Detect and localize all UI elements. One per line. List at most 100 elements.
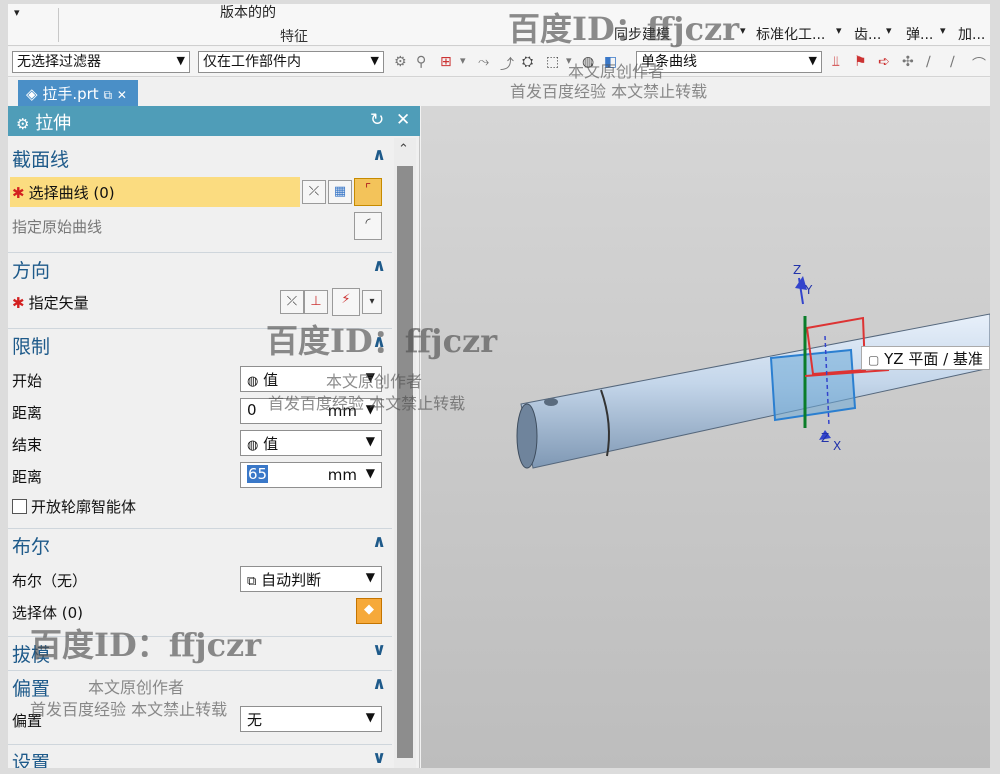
point-icon[interactable]: ⊞ [440, 54, 452, 70]
dialog-scrollbar[interactable]: ⌃ [394, 138, 416, 768]
chevron-down-icon[interactable]: ▾ [836, 24, 842, 37]
end-type-select[interactable]: ◍ 值 ▼ [240, 430, 382, 456]
scrollbar-thumb[interactable] [397, 166, 413, 758]
start-distance-value: 0 [247, 401, 257, 419]
box-select-icon[interactable]: ⬚ [546, 54, 559, 70]
end-type-value: 值 [263, 435, 279, 453]
scope-combo[interactable]: 仅在工作部件内 ▼ [198, 51, 384, 73]
ribbon-group-feature: 特征 [280, 29, 308, 45]
ribbon-add[interactable]: 加... [958, 24, 985, 44]
end-distance-value: 65 [247, 465, 269, 483]
section-curve-header[interactable]: 截面线 ∧ [8, 142, 392, 172]
cylinder-body[interactable] [516, 313, 990, 469]
filter-combo[interactable]: 无选择过滤器 ▼ [12, 51, 190, 73]
reset-icon[interactable]: ↻ [370, 110, 384, 130]
open-profile-label: 开放轮廓智能体 [31, 498, 137, 516]
tooltip-text: YZ 平面 / 基准 [884, 350, 983, 368]
body-cube-icon[interactable]: ◆ [356, 598, 382, 624]
graphics-viewport[interactable]: Z Y X Z ▢ YZ 平面 / 基准 [421, 106, 990, 768]
follow-fillet-icon[interactable]: ⚑ [854, 54, 867, 70]
boolean-icon: ⧉ [247, 574, 257, 589]
snap-icon[interactable]: ⚙ [394, 54, 407, 70]
select-icon[interactable]: ⛭ [522, 54, 533, 70]
chevron-down-icon: ▼ [365, 570, 375, 584]
boolean-select[interactable]: ⧉ 自动判断 ▼ [240, 566, 382, 592]
chevron-up-icon[interactable]: ∧ [372, 532, 386, 552]
axis-z2-label: Z [821, 431, 829, 445]
snap-icon[interactable]: ⚲ [416, 54, 426, 70]
axis-x-label: X [833, 439, 841, 453]
offset-select[interactable]: 无 ▼ [240, 706, 382, 732]
close-icon[interactable]: ✕ [117, 88, 127, 102]
chevron-down-icon[interactable]: ∨ [372, 640, 386, 660]
boolean-label: 布尔（无） [12, 572, 88, 590]
curve-select-icon[interactable]: ⌜ [354, 178, 382, 206]
ribbon-dropdown-icon[interactable]: ▾ [14, 6, 20, 19]
close-icon[interactable]: ✕ [396, 110, 410, 130]
watermark-line2: 首发百度经验 本文禁止转载 [30, 700, 228, 719]
watermark-brand: 百度ID：ffjczr [30, 626, 262, 664]
watermark-line1: 本文原创作者 [88, 678, 185, 697]
specify-vector-label: ✱ 指定矢量 [12, 292, 89, 313]
deselect-icon[interactable]: ⤫ [302, 180, 326, 204]
chevron-up-icon[interactable]: ⌃ [398, 142, 409, 157]
offset-value: 无 [247, 711, 263, 729]
arrow-right-icon[interactable]: ➪ [878, 54, 890, 70]
ribbon-spring[interactable]: 弹... [906, 24, 933, 44]
pin-icon[interactable]: ⧉ [103, 88, 112, 102]
chevron-down-icon: ▼ [365, 710, 375, 724]
snap-icon[interactable]: ⤴ [500, 54, 514, 74]
limits-title: 限制 [12, 336, 51, 358]
ribbon-gear[interactable]: 齿... [854, 24, 881, 44]
vector-dialog-icon[interactable]: ⚡ [332, 288, 360, 316]
vector-icon[interactable]: ⊥ [304, 290, 328, 314]
stop-at-intersection-icon[interactable]: ⫫ [832, 54, 840, 70]
chevron-down-icon[interactable]: ▾ [886, 24, 892, 37]
snap-icon[interactable]: ✣ [902, 54, 914, 70]
select-curve-label: ✱ 选择曲线 (0) [12, 182, 115, 203]
chevron-down-icon[interactable]: ▾ [460, 54, 466, 67]
required-star-icon: ✱ [12, 184, 25, 202]
value-icon: ◍ [247, 438, 259, 453]
sketch-icon[interactable]: ▦ [328, 180, 352, 204]
reverse-icon[interactable]: ⤫ [280, 290, 304, 314]
chevron-down-icon[interactable]: ∨ [372, 748, 386, 768]
chevron-down-icon: ▼ [176, 54, 185, 67]
chevron-up-icon[interactable]: ∧ [372, 256, 386, 276]
watermark-brand: 百度ID：ffjczr [508, 10, 740, 48]
ribbon-divider [58, 8, 59, 42]
select-curve-text: 选择曲线 (0) [28, 184, 115, 202]
chevron-down-icon: ▼ [365, 434, 375, 448]
settings-header[interactable]: 设置 ∨ [8, 744, 392, 768]
document-tabs: ◈ 拉手.prt ⧉ ✕ [8, 78, 990, 106]
end-distance-input[interactable]: 65 mm ▼ [240, 462, 382, 488]
app-window: ▾ 版本的的 特征 同步建模 ▾ 标准化工... ▾ 齿... ▾ 弹... ▾… [8, 4, 990, 768]
unit-label: mm [327, 466, 357, 484]
start-label: 开始 [12, 372, 43, 390]
model-canvas[interactable]: Z Y X Z [421, 106, 990, 768]
direction-title: 方向 [12, 260, 51, 282]
chevron-down-icon[interactable]: ▾ [362, 290, 382, 314]
chevron-up-icon[interactable]: ∧ [372, 674, 386, 694]
open-profile-checkbox-row[interactable]: 开放轮廓智能体 [12, 496, 136, 517]
ribbon-std-part[interactable]: 标准化工... [756, 24, 825, 44]
chevron-down-icon[interactable]: ▼ [366, 466, 375, 480]
chevron-up-icon[interactable]: ∧ [372, 145, 386, 165]
start-type-value: 值 [263, 371, 279, 389]
watermark-line2: 首发百度经验 本文禁止转载 [268, 394, 466, 413]
chevron-down-icon: ▼ [370, 54, 379, 67]
chevron-down-icon[interactable]: ▾ [940, 24, 946, 37]
chevron-down-icon[interactable]: ▾ [740, 24, 746, 37]
curve-icon[interactable]: ⌒ [972, 54, 986, 74]
boolean-header[interactable]: 布尔 ∧ [8, 528, 392, 558]
file-tab-label: 拉手.prt [42, 85, 99, 103]
snap-icon[interactable]: ⤳ [478, 54, 489, 70]
line-icon[interactable]: ∕ [950, 54, 955, 70]
file-tab[interactable]: ◈ 拉手.prt ⧉ ✕ [18, 80, 138, 106]
origin-curve-icon[interactable]: ◜ [354, 212, 382, 240]
specify-vector-text: 指定矢量 [28, 294, 89, 312]
watermark-brand: 百度ID：ffjczr [266, 322, 498, 360]
open-profile-checkbox[interactable] [12, 499, 27, 514]
direction-header[interactable]: 方向 ∧ [8, 252, 392, 282]
line-icon[interactable]: ∕ [926, 54, 931, 70]
